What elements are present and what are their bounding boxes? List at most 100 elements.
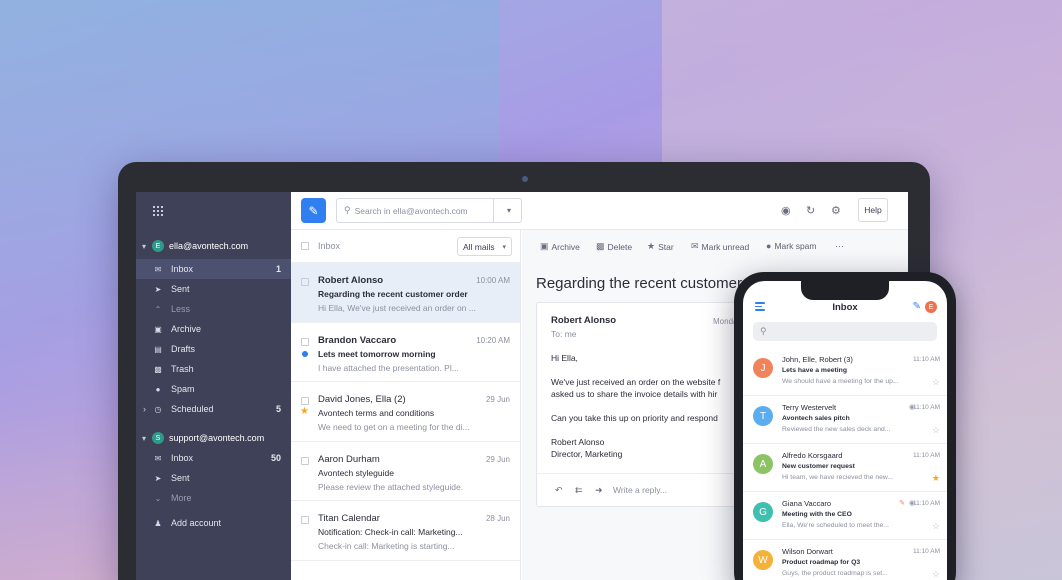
archive-button[interactable]: ▣ Archive [540, 241, 580, 252]
avatar: G [753, 502, 773, 522]
mail-preview: Guys, the product roadmap is set... [782, 570, 888, 577]
sidebar-item-sent[interactable]: ➤ Sent [136, 279, 291, 299]
search-input[interactable]: ⚲ Search in ella@avontech.com ▾ [336, 198, 522, 223]
action-label: Mark unread [701, 241, 750, 252]
mail-time: 29 Jun [485, 454, 510, 464]
mail-subject: Avontech sales pitch [782, 415, 850, 422]
more-icon: ⋯ [835, 241, 844, 251]
list-item[interactable]: A Alfredo Korsgaard 11:10 AM New custome… [743, 444, 947, 492]
add-account-button[interactable]: ♟ Add account [136, 513, 291, 533]
star-icon[interactable]: ☆ [932, 569, 940, 580]
star-button[interactable]: ★ Star [647, 241, 674, 252]
account-support[interactable]: ▾ S support@avontech.com [136, 428, 291, 448]
star-icon[interactable]: ★ [932, 473, 940, 484]
inbox-icon: ✉ [154, 453, 162, 463]
avatar: T [753, 406, 773, 426]
mail-sender: Brandon Vaccaro [318, 334, 397, 346]
top-toolbar: ✎ ⚲ Search in ella@avontech.com ▾ ◉ ↻ ⚙ … [291, 192, 908, 230]
gear-icon[interactable]: ⚙ [831, 204, 841, 217]
list-item[interactable]: Robert Alonso 10:00 AM Regarding the rec… [291, 263, 520, 323]
list-item[interactable]: ★ David Jones, Ella (2) 29 Jun Avontech … [291, 382, 520, 442]
mail-checkbox[interactable] [301, 278, 309, 286]
mail-checkbox[interactable] [301, 516, 309, 524]
mail-time: 10:00 AM [476, 276, 510, 285]
reply-input[interactable]: Write a reply... [613, 485, 667, 495]
sidebar-item-archive[interactable]: ▣ Archive [136, 319, 291, 339]
sidebar-item-scheduled[interactable]: › ◷ Scheduled 5 [136, 399, 291, 419]
send-icon: ➤ [154, 284, 162, 294]
reply-all-icon[interactable]: ⇇ [575, 485, 583, 496]
message-line: asked us to share the invoice details wi… [551, 389, 718, 399]
list-item[interactable]: T Terry Westervelt ◉ 11:10 AM Avontech s… [743, 396, 947, 444]
add-account-label: Add account [171, 518, 222, 528]
eye-icon[interactable]: ◉ [781, 204, 791, 217]
mail-time: 11:10 AM [913, 548, 940, 555]
message-toolbar: ▣ Archive ▩ Delete ★ Star ✉ Mark unread [522, 230, 908, 263]
sidebar-item-more[interactable]: ⌄ More [136, 488, 291, 508]
help-button[interactable]: Help [858, 198, 888, 222]
sidebar-item-spam[interactable]: ● Spam [136, 379, 291, 399]
search-placeholder: Search in ella@avontech.com [354, 205, 468, 216]
compose-icon[interactable]: ✎ [913, 301, 921, 312]
mail-subject: Meeting with the CEO [782, 511, 852, 518]
refresh-icon[interactable]: ↻ [806, 204, 815, 217]
mail-subject: Notification: Check-in call: Marketing..… [318, 527, 463, 537]
unread-dot-icon [302, 350, 308, 357]
message-greeting: Hi Ella, [551, 353, 578, 363]
mail-checkbox[interactable] [301, 337, 309, 346]
mark-spam-button[interactable]: ● Mark spam [766, 241, 816, 251]
archive-icon: ▣ [540, 241, 549, 251]
list-item[interactable]: W Wilson Dorwart 11:10 AM Product roadma… [743, 540, 947, 580]
action-label: Delete [607, 241, 633, 252]
mail-subject: Lets have a meeting [782, 367, 847, 374]
sidebar-item-label: Drafts [171, 344, 196, 354]
filter-value: All mails [463, 241, 495, 252]
star-icon[interactable]: ☆ [932, 377, 940, 388]
more-options-button[interactable]: ⋯ [835, 241, 847, 252]
mail-time: 28 Jun [485, 514, 510, 523]
sidebar-item-label: Archive [171, 324, 202, 334]
mail-filter-select[interactable]: All mails ▾ [457, 237, 512, 256]
list-item[interactable]: J John, Elle, Robert (3) 11:10 AM Lets h… [743, 348, 947, 396]
sidebar-item-drafts[interactable]: ▤ Drafts [136, 339, 291, 359]
unread-count: 50 [270, 453, 281, 463]
list-item[interactable]: Brandon Vaccaro 10:20 AM Lets meet tomor… [291, 323, 520, 382]
mail-checkbox[interactable] [301, 456, 309, 465]
sidebar-item-trash[interactable]: ▩ Trash [136, 359, 291, 379]
mail-checkbox[interactable] [301, 397, 309, 405]
sidebar-item-support-sent[interactable]: ➤ Sent [136, 468, 291, 488]
mail-preview: We need to get on a meeting for the di..… [318, 422, 470, 432]
avatar[interactable]: E [925, 301, 937, 313]
mark-unread-button[interactable]: ✉ Mark unread [691, 241, 749, 252]
star-icon[interactable]: ★ [300, 406, 309, 417]
delete-button[interactable]: ▩ Delete [596, 241, 632, 252]
search-options-dropdown[interactable]: ▾ [507, 206, 511, 215]
sidebar-item-label: Inbox [171, 453, 194, 463]
avatar: E [152, 240, 164, 252]
sidebar: ▾ E ella@avontech.com ✉ Inbox 1 ➤ Sent ⌃… [136, 192, 291, 580]
star-icon[interactable]: ☆ [932, 425, 940, 436]
apps-grid-icon[interactable] [153, 206, 163, 216]
message-sender: Robert Alonso [551, 315, 617, 326]
mail-sender: Giana Vaccaro [782, 499, 832, 508]
account-ella[interactable]: ▾ E ella@avontech.com [136, 236, 291, 256]
sidebar-item-support-inbox[interactable]: ✉ Inbox 50 [136, 448, 291, 468]
sidebar-item-less[interactable]: ⌃ Less [136, 299, 291, 319]
reply-icon[interactable]: ↶ [555, 485, 563, 496]
mail-subject: Product roadmap for Q3 [782, 559, 861, 566]
list-item[interactable]: Aaron Durham 29 Jun Avontech styleguide … [291, 442, 520, 501]
archive-icon: ▣ [154, 324, 162, 334]
star-icon[interactable]: ☆ [932, 521, 940, 532]
sidebar-item-inbox[interactable]: ✉ Inbox 1 [136, 259, 291, 279]
select-all-checkbox[interactable] [301, 242, 309, 250]
phone-search-input[interactable]: ⚲ [753, 322, 937, 341]
compose-button[interactable]: ✎ [301, 198, 326, 223]
pencil-icon: ✎ [899, 500, 905, 507]
trash-icon: ▩ [596, 241, 605, 251]
divider [493, 199, 494, 222]
mail-subject: Avontech terms and conditions [318, 408, 435, 418]
forward-icon[interactable]: ➜ [595, 485, 603, 496]
list-item[interactable]: G Giana Vaccaro ✎ ◉ 11:10 AM Meeting wit… [743, 492, 947, 540]
list-item[interactable]: Titan Calendar 28 Jun Notification: Chec… [291, 501, 520, 561]
mail-subject: Avontech styleguide [318, 467, 394, 478]
